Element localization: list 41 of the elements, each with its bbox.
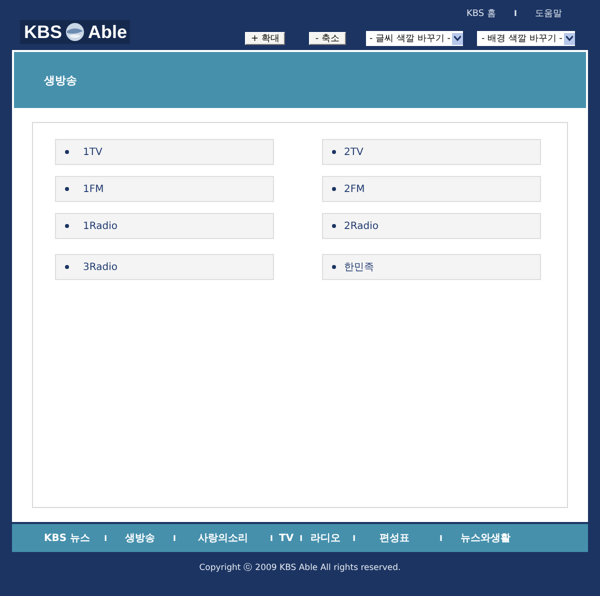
color-select[interactable]: - 글씨 색깔 바꾸기 -	[366, 31, 464, 46]
zoom-button[interactable]: + 확대	[245, 32, 286, 45]
separator: I	[352, 534, 356, 542]
logo-text: Able	[88, 22, 128, 42]
separator: I	[173, 534, 176, 542]
bullet-icon	[65, 265, 69, 269]
bullet-icon	[332, 187, 336, 191]
footer-nav-link[interactable]: TV	[279, 532, 294, 544]
bullet-icon	[65, 150, 69, 154]
footer-nav-link[interactable]: 뉴스와생활	[460, 531, 511, 545]
footer-nav-link[interactable]: 사랑의소리	[198, 531, 248, 545]
copyright-text: Copyright ⓒ 2009 KBS Able All rights reserved.	[198, 562, 402, 574]
bullet-icon	[332, 150, 336, 154]
channel-link[interactable]: 1Radio	[55, 213, 274, 239]
channel-link[interactable]: 한민족	[322, 254, 541, 280]
footer-nav-link[interactable]: 라디오	[310, 531, 341, 545]
bullet-icon	[332, 265, 336, 269]
channel-link[interactable]: 2Radio	[322, 213, 541, 239]
zoom-button[interactable]: - 축소	[309, 32, 346, 45]
top-link[interactable]: KBS 홈	[466, 7, 496, 20]
channel-link[interactable]: 2FM	[322, 176, 541, 202]
footer-nav-link[interactable]: 편성표	[380, 531, 410, 545]
globe-icon	[65, 22, 86, 42]
channel-link[interactable]: 2TV	[322, 139, 541, 165]
logo-text: KBS	[24, 22, 62, 42]
bullet-icon	[65, 187, 69, 191]
channel-link[interactable]: 3Radio	[55, 254, 274, 280]
footer-nav-link[interactable]: KBS 뉴스	[44, 531, 90, 545]
bullet-icon	[65, 224, 69, 228]
footer-nav-link[interactable]: 생방송	[125, 531, 156, 545]
channel-link[interactable]: 1TV	[55, 139, 274, 165]
channel-link[interactable]: 1FM	[55, 176, 274, 202]
bullet-icon	[332, 224, 336, 228]
separator: I	[514, 9, 517, 18]
top-link[interactable]: 도움말	[535, 7, 562, 20]
separator: I	[104, 534, 108, 542]
section-title: 생방송	[44, 72, 77, 88]
separator: I	[440, 534, 443, 542]
separator: I	[300, 534, 303, 542]
separator: I	[270, 534, 274, 542]
color-select[interactable]: - 배경 색깔 바꾸기 -	[477, 31, 576, 46]
